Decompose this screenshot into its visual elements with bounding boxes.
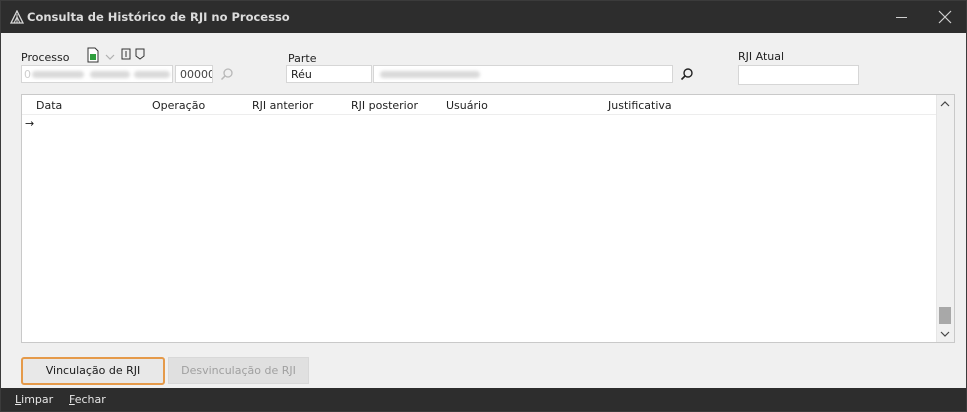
historico-grid[interactable]: Data Operação RJI anterior RJI posterior… — [21, 94, 955, 343]
rji-atual-input[interactable] — [738, 65, 859, 85]
app-triangle-icon — [10, 10, 24, 24]
row-indicator-arrow: → — [25, 117, 35, 130]
processo-label: Processo — [21, 51, 70, 64]
column-header-rji-posterior[interactable]: RJI posterior — [351, 99, 418, 112]
chevron-down-icon[interactable] — [105, 53, 115, 61]
desvinculacao-rji-button[interactable]: Desvinculação de RJI — [168, 357, 309, 384]
column-header-operacao[interactable]: Operação — [152, 99, 205, 112]
chevron-up-icon[interactable] — [940, 99, 950, 109]
command-bar: Limpar Fechar — [1, 388, 966, 411]
grid-header: Data Operação RJI anterior RJI posterior… — [22, 95, 936, 115]
column-header-justificativa[interactable]: Justificativa — [608, 99, 672, 112]
search-icon[interactable] — [220, 67, 234, 81]
column-header-rji-anterior[interactable]: RJI anterior — [252, 99, 313, 112]
processo-number-input[interactable]: 0 — [21, 65, 173, 83]
bracket-icon[interactable] — [121, 48, 147, 60]
column-header-usuario[interactable]: Usuário — [446, 99, 488, 112]
dialog-window: Consulta de Histórico de RJI no Processo… — [0, 0, 967, 412]
vertical-scrollbar[interactable] — [936, 95, 954, 342]
vinculacao-rji-button[interactable]: Vinculação de RJI — [21, 357, 165, 385]
document-icon[interactable] — [86, 47, 100, 63]
minimize-button[interactable] — [879, 1, 923, 33]
scrollbar-thumb[interactable] — [939, 307, 951, 324]
limpar-command[interactable]: Limpar — [15, 393, 53, 406]
title-bar: Consulta de Histórico de RJI no Processo — [1, 1, 966, 33]
chevron-down-icon[interactable] — [940, 329, 950, 339]
parte-tipo-input[interactable]: Réu — [286, 65, 372, 83]
search-icon[interactable] — [680, 67, 694, 81]
rji-atual-label: RJI Atual — [738, 50, 785, 63]
parte-nome-input[interactable] — [373, 65, 673, 83]
column-header-data[interactable]: Data — [36, 99, 62, 112]
close-button[interactable] — [923, 1, 967, 33]
window-title: Consulta de Histórico de RJI no Processo — [27, 10, 290, 24]
close-icon — [938, 10, 952, 24]
parte-label: Parte — [288, 52, 317, 65]
fechar-command[interactable]: Fechar — [69, 393, 106, 406]
processo-suffix-input[interactable]: 00000 — [175, 65, 213, 83]
